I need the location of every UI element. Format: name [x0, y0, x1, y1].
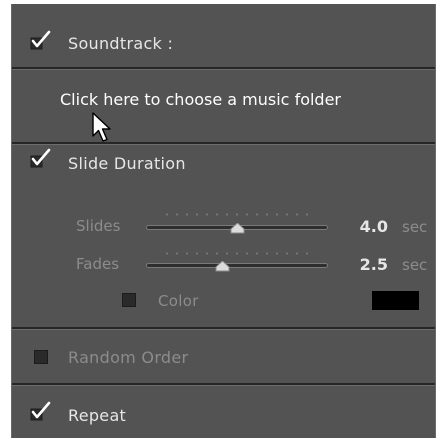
- slider-ticks: [162, 213, 312, 216]
- fades-unit: sec: [402, 256, 428, 274]
- soundtrack-label: Soundtrack :: [68, 34, 174, 53]
- slides-label: Slides: [76, 217, 121, 235]
- slideshow-options-panel: Soundtrack : Click here to choose a musi…: [11, 4, 436, 438]
- mouse-pointer-icon: [92, 112, 114, 152]
- fades-slider-track[interactable]: [146, 263, 328, 268]
- fades-label: Fades: [76, 255, 120, 273]
- repeat-checkbox[interactable]: [30, 401, 52, 421]
- slides-unit: sec: [402, 218, 428, 236]
- color-label: Color: [158, 292, 199, 310]
- choose-music-folder-link[interactable]: Click here to choose a music folder: [60, 90, 341, 109]
- checkmark-icon: [30, 401, 51, 421]
- random-order-checkbox[interactable]: [34, 350, 48, 364]
- divider: [12, 383, 435, 386]
- color-swatch[interactable]: [372, 291, 419, 310]
- divider: [12, 327, 435, 330]
- random-order-label: Random Order: [68, 348, 189, 367]
- divider: [12, 67, 435, 70]
- slides-value: 4.0: [359, 217, 388, 236]
- slider-ticks: [162, 252, 312, 255]
- color-checkbox[interactable]: [122, 293, 136, 307]
- soundtrack-checkbox[interactable]: [30, 30, 52, 50]
- checkmark-icon: [30, 148, 51, 168]
- slide-duration-checkbox[interactable]: [30, 148, 52, 168]
- repeat-label: Repeat: [68, 406, 127, 425]
- checkmark-icon: [30, 30, 51, 50]
- fades-slider-thumb[interactable]: [215, 257, 230, 272]
- divider: [12, 142, 435, 145]
- slide-duration-label: Slide Duration: [68, 154, 186, 173]
- slides-slider-thumb[interactable]: [230, 219, 245, 234]
- fades-value: 2.5: [359, 255, 388, 274]
